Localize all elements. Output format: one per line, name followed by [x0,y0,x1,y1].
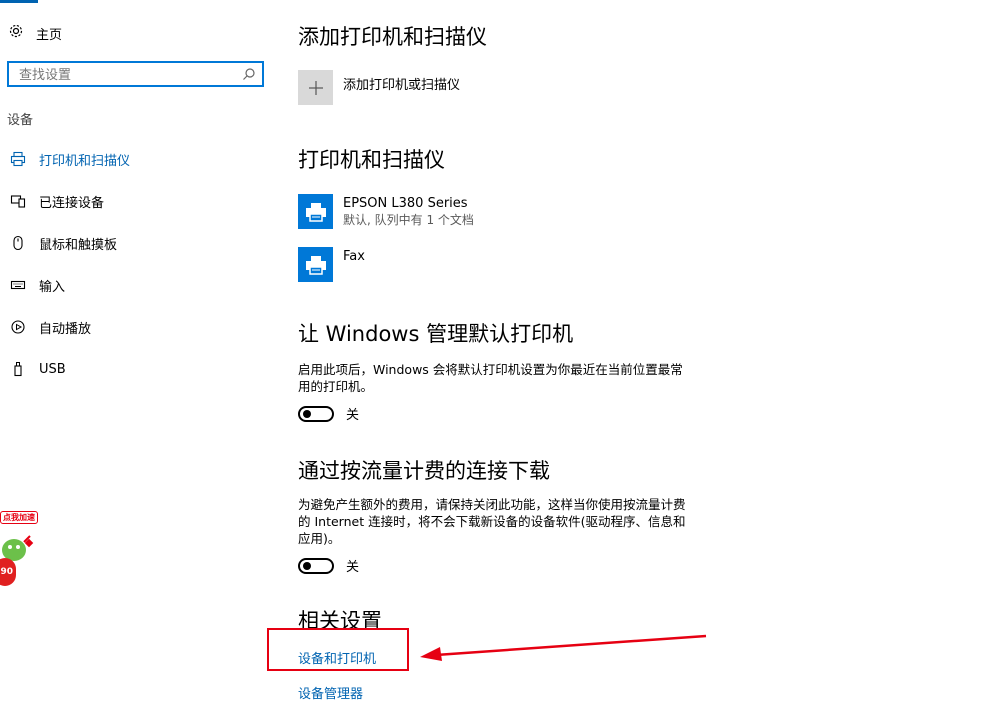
top-accent-bar [0,0,38,3]
default-printer-toggle-row: 关 [298,404,359,423]
sidebar-group-label: 设备 [7,113,34,128]
gear-icon [8,23,24,43]
sidebar-home-label: 主页 [36,27,63,43]
add-section-title: 添加打印机和扫描仪 [298,25,487,49]
printer-icon [298,247,333,282]
sidebar-item-input[interactable]: 输入 [9,274,65,296]
sidebar-item-printers[interactable]: 打印机和扫描仪 [9,148,130,170]
autoplay-icon [9,318,27,336]
toggle-knob [303,409,311,418]
metered-section-description: 为避免产生额外的费用，请保持关闭此功能，这样当你使用按流量计费的 Interne… [298,497,686,546]
accelerator-widget-badge[interactable]: 90 [0,558,16,586]
annotation-arrow-icon [420,634,707,661]
sidebar-item-usb[interactable]: USB [9,358,66,380]
sidebar-item-connected-devices[interactable]: 已连接设备 [9,190,104,212]
device-item-fax[interactable]: Fax [298,247,365,282]
sidebar-item-mouse[interactable]: 鼠标和触摸板 [9,232,117,254]
toggle-knob [303,561,311,570]
metered-download-toggle-row: 关 [298,556,359,575]
sidebar-item-label: 打印机和扫描仪 [39,153,131,169]
annotation-highlight-box [267,628,409,671]
toggle-label: 关 [346,408,360,423]
plus-icon [298,70,333,105]
accelerator-widget-label[interactable]: 点我加速 [0,511,38,524]
sidebar-item-autoplay[interactable]: 自动播放 [9,316,91,338]
printer-icon [9,150,27,168]
default-section-description: 启用此项后，Windows 会将默认打印机设置为你最近在当前位置最常用的打印机。 [298,362,683,394]
metered-section-title: 通过按流量计费的连接下载 [298,459,550,483]
mouse-icon [9,234,27,252]
add-printer-button[interactable]: 添加打印机或扫描仪 [298,70,460,105]
default-section-title: 让 Windows 管理默认打印机 [298,322,574,346]
default-printer-toggle[interactable] [298,405,334,422]
search-icon[interactable] [242,66,256,85]
device-name: Fax [343,249,365,264]
printers-section-title: 打印机和扫描仪 [298,148,445,172]
connected-devices-icon [9,192,27,210]
keyboard-icon [9,276,27,294]
device-status: 默认, 队列中有 1 个文档 [343,213,474,227]
usb-icon [9,360,27,378]
sidebar-item-label: 自动播放 [39,321,92,337]
device-name: EPSON L380 Series [343,196,468,211]
add-printer-label: 添加打印机或扫描仪 [343,78,461,93]
sidebar-item-label: 输入 [39,279,66,295]
toggle-label: 关 [346,560,360,575]
sidebar-home[interactable]: 主页 [8,22,62,44]
metered-download-toggle[interactable] [298,557,334,574]
sidebar-item-label: 鼠标和触摸板 [39,237,118,253]
sidebar-item-label: 已连接设备 [39,195,105,211]
search-input[interactable] [17,64,241,86]
device-manager-link[interactable]: 设备管理器 [298,683,363,702]
device-item-epson[interactable]: EPSON L380 Series 默认, 队列中有 1 个文档 [298,194,474,229]
sidebar-item-label: USB [39,361,66,377]
printer-icon [298,194,333,229]
search-box[interactable] [7,61,264,87]
